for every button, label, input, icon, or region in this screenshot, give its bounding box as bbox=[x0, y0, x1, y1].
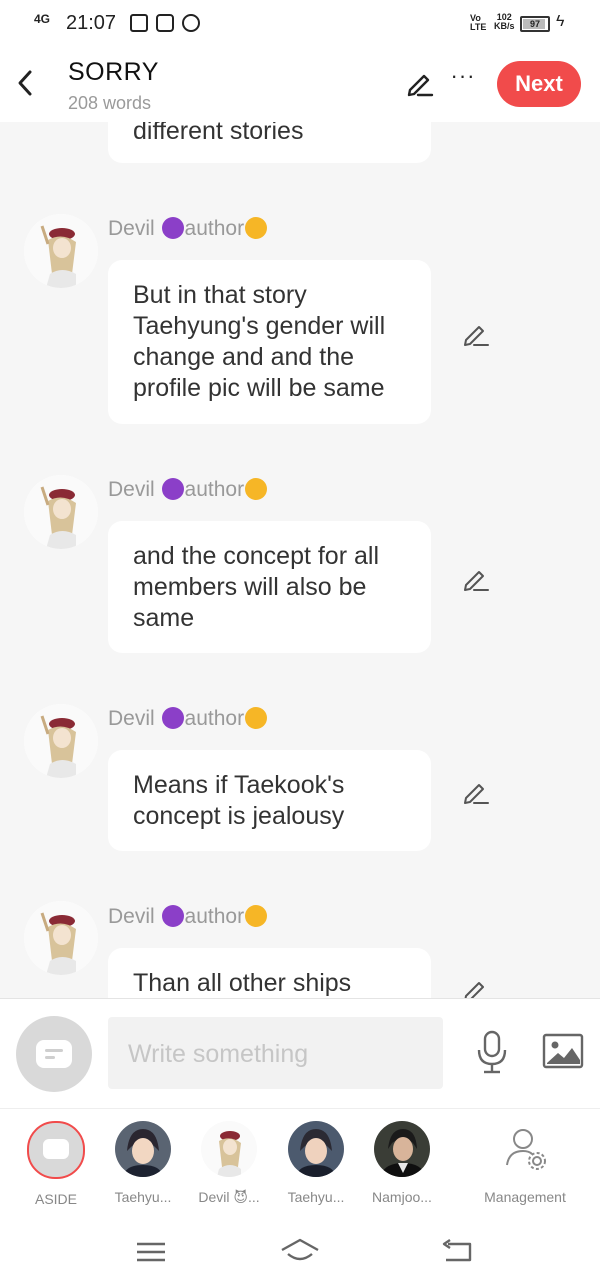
devil-emoji-icon bbox=[161, 905, 184, 927]
avatar[interactable] bbox=[24, 704, 98, 778]
message-text: But in that story Taehyung's gender will… bbox=[133, 281, 386, 402]
message-text: and the concept for all members will als… bbox=[133, 542, 379, 632]
cast-name: ASIDE bbox=[34, 1191, 77, 1207]
volte-text: Vo LTE bbox=[470, 13, 487, 32]
sender-label: Devil bbox=[108, 905, 155, 928]
sender-suffix: author bbox=[184, 905, 245, 928]
word-count: 208 words bbox=[68, 93, 152, 113]
message-text: Means if Taekook's concept is jealousy bbox=[133, 771, 345, 830]
avatar bbox=[374, 1121, 430, 1177]
avatar bbox=[288, 1121, 344, 1177]
kiss-emoji-icon bbox=[245, 478, 268, 500]
devil-emoji-icon bbox=[161, 478, 184, 500]
cast-item-management[interactable]: Management bbox=[470, 1121, 580, 1205]
back-arrow-icon[interactable] bbox=[14, 66, 40, 100]
message-bubble[interactable]: different stories bbox=[108, 122, 431, 163]
avatar[interactable] bbox=[24, 475, 98, 549]
back-icon[interactable] bbox=[438, 1236, 478, 1266]
management-icon bbox=[497, 1121, 553, 1177]
avatar[interactable] bbox=[24, 214, 98, 288]
app-notification-icon bbox=[182, 14, 200, 32]
microphone-icon[interactable] bbox=[474, 1029, 510, 1075]
devil-emoji-icon bbox=[161, 217, 184, 239]
cast-item[interactable]: Namjoo... bbox=[362, 1121, 442, 1205]
aside-icon bbox=[27, 1121, 85, 1179]
sender-name: Devil author bbox=[108, 905, 268, 929]
network-speed: 102 KB/s bbox=[494, 13, 515, 31]
cast-item[interactable]: Taehyu... bbox=[276, 1121, 356, 1205]
chat-thread[interactable]: different stories Devil author But in th… bbox=[0, 122, 600, 998]
sender-suffix: author bbox=[184, 217, 245, 240]
cast-item-aside[interactable]: ASIDE bbox=[16, 1121, 96, 1207]
clock: 21:07 bbox=[66, 12, 117, 34]
composer bbox=[0, 998, 600, 1109]
next-button[interactable]: Next bbox=[497, 61, 581, 107]
camera-notification-icon bbox=[156, 14, 174, 32]
message-text: Than all other ships bbox=[133, 969, 352, 997]
cast-item[interactable]: Taehyu... bbox=[103, 1121, 183, 1205]
more-icon[interactable]: ··· bbox=[448, 65, 478, 96]
message-bubble[interactable]: Than all other ships bbox=[108, 948, 431, 998]
pencil-icon[interactable] bbox=[405, 68, 435, 98]
message-input[interactable] bbox=[126, 1017, 430, 1091]
avatar bbox=[201, 1121, 257, 1177]
devil-emoji-icon bbox=[161, 707, 184, 729]
sender-label: Devil bbox=[108, 217, 155, 240]
cast-name: Namjoo... bbox=[372, 1189, 432, 1205]
home-icon[interactable] bbox=[280, 1236, 320, 1266]
network-indicator: 4G bbox=[34, 12, 51, 26]
message-bubble[interactable]: But in that story Taehyung's gender will… bbox=[108, 260, 431, 424]
sender-name: Devil author bbox=[108, 217, 268, 241]
pencil-icon[interactable] bbox=[462, 976, 490, 998]
sender-name: Devil author bbox=[108, 478, 268, 502]
message-bubble[interactable]: Means if Taekook's concept is jealousy bbox=[108, 750, 431, 851]
speed-unit: KB/s bbox=[494, 21, 515, 31]
story-title: SORRY bbox=[68, 58, 159, 86]
cast-name: Taehyu... bbox=[114, 1189, 172, 1205]
battery-level: 97 bbox=[529, 19, 540, 29]
cast-name: Taehyu... bbox=[287, 1189, 345, 1205]
pencil-icon[interactable] bbox=[462, 565, 490, 593]
notification-icon bbox=[130, 14, 148, 32]
avatar[interactable] bbox=[24, 901, 98, 975]
pencil-icon[interactable] bbox=[462, 320, 490, 348]
charging-icon: ϟ bbox=[556, 13, 565, 30]
menu-icon[interactable] bbox=[131, 1236, 171, 1266]
cast-item[interactable]: Devil 😈... bbox=[189, 1121, 269, 1206]
message-text: different stories bbox=[133, 122, 304, 145]
sender-label: Devil bbox=[108, 478, 155, 501]
image-icon[interactable] bbox=[542, 1033, 584, 1069]
kiss-emoji-icon bbox=[245, 217, 268, 239]
cast-name: Devil 😈... bbox=[198, 1189, 260, 1205]
sender-label: Devil bbox=[108, 707, 155, 730]
volte-indicator: Vo LTE bbox=[470, 14, 486, 32]
kiss-emoji-icon bbox=[245, 707, 268, 729]
system-nav-bar bbox=[0, 1218, 600, 1287]
cast-name: Management bbox=[484, 1189, 566, 1205]
message-input-box[interactable] bbox=[108, 1017, 443, 1091]
character-bar: ASIDE Taehyu... Devil 😈... Taehyu... Nam… bbox=[0, 1108, 600, 1219]
header: SORRY 208 words ··· Next bbox=[0, 46, 600, 122]
aside-icon[interactable] bbox=[16, 1016, 92, 1092]
status-bar: 4G 21:07 Vo LTE 102 KB/s 97 ϟ bbox=[0, 0, 600, 46]
avatar bbox=[115, 1121, 171, 1177]
sender-name: Devil author bbox=[108, 707, 268, 731]
sender-suffix: author bbox=[184, 707, 245, 730]
pencil-icon[interactable] bbox=[462, 778, 490, 806]
sender-suffix: author bbox=[184, 478, 245, 501]
kiss-emoji-icon bbox=[245, 905, 268, 927]
message-bubble[interactable]: and the concept for all members will als… bbox=[108, 521, 431, 653]
battery-icon: 97 bbox=[520, 16, 550, 32]
